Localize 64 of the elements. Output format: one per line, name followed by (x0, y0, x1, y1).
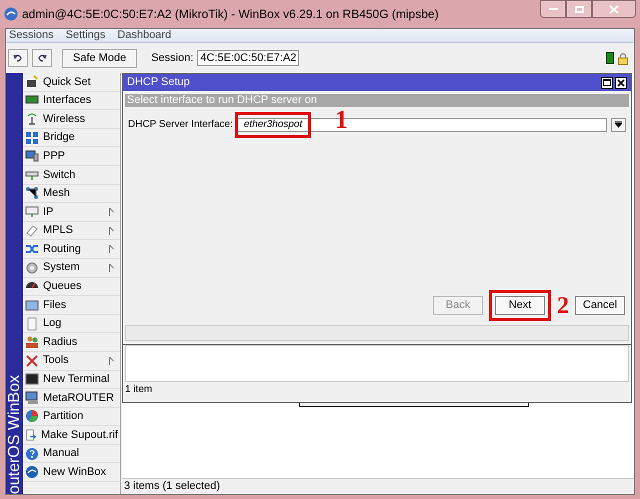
sidebar-item[interactable]: PPP (23, 147, 120, 166)
antenna-icon (25, 112, 39, 126)
minimize-button[interactable] (540, 0, 566, 18)
section-header: Select interface to run DHCP server on (125, 94, 629, 107)
sidebar-item[interactable]: Make Supout.rif (23, 426, 120, 445)
monitor-icon (25, 390, 39, 405)
status-bar: 3 items (1 selected) (122, 478, 634, 494)
pie-chart-icon (25, 409, 39, 424)
sidebar-item[interactable]: Manual (23, 444, 120, 464)
dropdown-arrow-icon (615, 121, 622, 128)
sidebar-item[interactable]: Queues (23, 278, 120, 296)
brand-label: outerOS WinBox (6, 374, 23, 494)
safe-mode-button[interactable]: Safe Mode (62, 48, 138, 68)
sidebar-item[interactable]: New Terminal (23, 370, 120, 390)
sidebar-item[interactable]: Switch (23, 166, 120, 185)
close-icon (617, 78, 625, 86)
lock-icon (618, 52, 628, 64)
sidebar-item[interactable]: Bridge (23, 128, 120, 148)
dropdown-button[interactable] (611, 118, 626, 132)
bridge-icon (25, 130, 39, 145)
wizard-button[interactable]: Next (495, 296, 545, 315)
redo-icon (37, 54, 47, 62)
sidebar-item[interactable]: System (23, 258, 120, 278)
close-icon (609, 4, 619, 14)
folder-icon (25, 298, 39, 312)
menu-item[interactable]: Sessions (9, 27, 54, 44)
session-label: Session: (151, 50, 194, 66)
users-icon (25, 335, 39, 350)
menu-item[interactable]: Settings (66, 27, 106, 44)
sidebar-item[interactable]: New WinBox (23, 463, 120, 482)
sidebar-item[interactable]: MPLS (23, 222, 120, 240)
sidebar-item[interactable]: MetaROUTER (23, 389, 120, 408)
step-number: 2 (557, 294, 569, 316)
status-indicator-icon (606, 52, 614, 64)
dialog-title: DHCP Setup (127, 75, 190, 90)
redo-button[interactable] (32, 49, 52, 67)
close-button[interactable] (615, 76, 627, 88)
tools-icon (25, 354, 39, 368)
list-status: 1 item (124, 383, 154, 397)
field-label: DHCP Server Interface: (128, 118, 233, 132)
sidebar-item[interactable]: Routing (23, 240, 120, 259)
sidebar-item[interactable]: Interfaces (23, 92, 120, 110)
undo-button[interactable] (8, 49, 28, 67)
sidebar-item[interactable]: Log (23, 314, 120, 334)
globe-icon (25, 465, 39, 480)
sidebar-item[interactable]: Files (23, 296, 120, 315)
help-icon (25, 446, 39, 461)
window-title: admin@4C:5E:0C:50:E7:A2 (MikroTik) - WinBox v6.29.1 on RB450G (mipsbe) (22, 6, 439, 23)
sidebar-item[interactable]: Wireless (23, 110, 120, 129)
sidebar-item[interactable]: Quick Set (23, 73, 120, 92)
sidebar-item[interactable]: Radius (23, 333, 120, 352)
sidebar-item[interactable]: Tools (23, 352, 120, 370)
undo-icon (13, 54, 23, 62)
menu-item[interactable]: Dashboard (117, 27, 172, 44)
sidebar-item[interactable]: Mesh (23, 184, 120, 204)
wizard-button[interactable]: Cancel (575, 296, 625, 315)
terminal-icon (25, 372, 39, 386)
sidebar-item[interactable]: Partition (23, 408, 120, 426)
app-logo-icon (4, 7, 18, 21)
mesh-icon (25, 186, 39, 200)
tag-icon (25, 224, 39, 238)
sidebar-item[interactable]: IP (23, 203, 120, 222)
session-field[interactable]: 4C:5E:0C:50:E7:A2 (197, 50, 300, 66)
maximize-button[interactable] (601, 76, 613, 88)
